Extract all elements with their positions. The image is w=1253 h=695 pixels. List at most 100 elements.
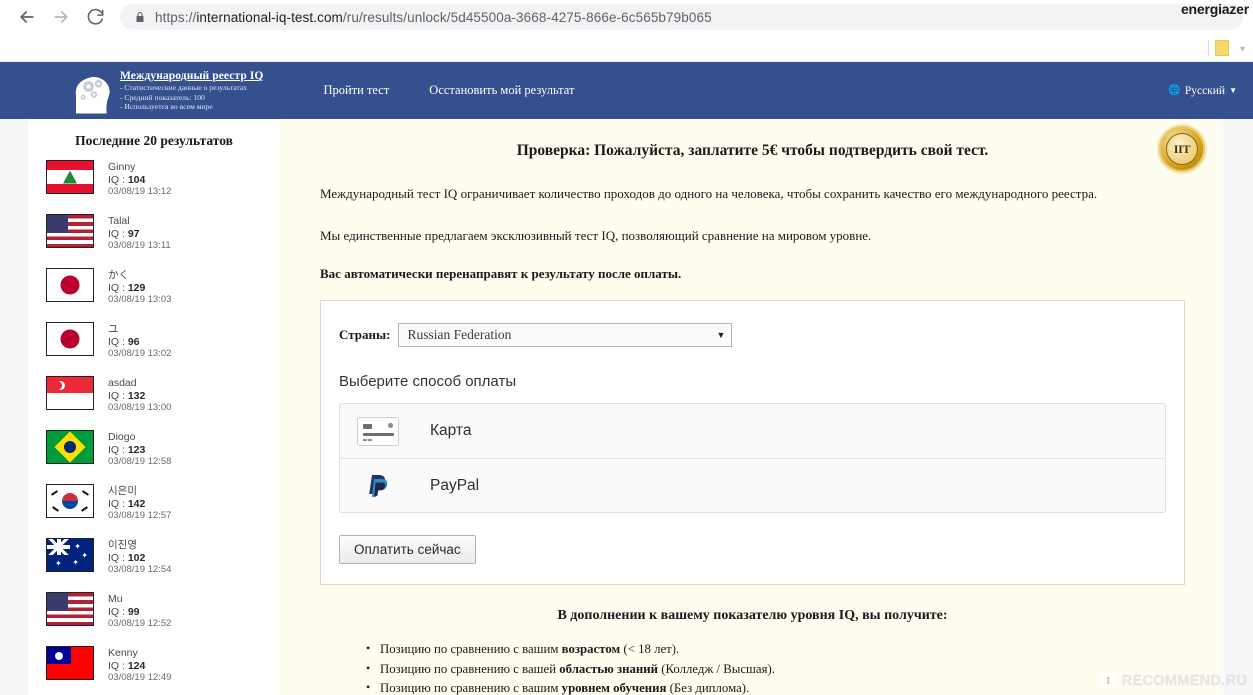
extras-post: (Колледж / Высшая). — [658, 661, 775, 676]
result-iq-value: 102 — [127, 551, 146, 564]
result-info: 이진영 IQ : 102 03/08/19 12:54 — [108, 538, 171, 577]
result-iq-label: IQ : — [108, 335, 128, 348]
result-iq-label: IQ : — [108, 173, 128, 186]
credit-card-icon — [356, 416, 400, 446]
result-iq: IQ : 132 — [108, 390, 171, 403]
result-iq-label: IQ : — [108, 389, 128, 402]
result-iq-label: IQ : — [108, 227, 128, 240]
payment-option-card[interactable]: Карта — [340, 404, 1165, 458]
result-info: Mu IQ : 99 03/08/19 12:52 — [108, 592, 171, 631]
extras-strong: возрастом — [561, 642, 621, 656]
payment-option-paypal[interactable]: PayPal — [340, 458, 1165, 512]
logo-subline-2: - Используется во всем мире — [120, 102, 213, 112]
result-date: 03/08/19 12:52 — [108, 618, 172, 630]
result-item: ユ IQ : 96 03/08/19 13:02 — [28, 322, 280, 366]
result-name: Mu — [108, 593, 123, 605]
extras-list-item: Позицию по сравнению с вашей областью зн… — [366, 659, 1185, 680]
header-nav: Пройти тест Осстановить мой результат — [323, 83, 574, 98]
address-bar[interactable]: https://international-iq-test.com/ru/res… — [120, 4, 1243, 30]
result-date: 03/08/19 12:54 — [108, 564, 172, 576]
payment-method-list: Карта PayPal — [339, 403, 1166, 513]
extras-pre: Позицию по сравнению с вашим — [380, 681, 562, 695]
url-path: /ru/results/unlock/5d45500a-3668-4275-86… — [342, 9, 712, 25]
logo-title: Международный реестр IQ — [120, 70, 264, 83]
page-title: Проверка: Пожалуйста, заплатите 5€ чтобы… — [516, 142, 989, 159]
result-iq-value: 123 — [127, 443, 146, 456]
payment-method-heading: Выберите способ оплаты — [339, 373, 517, 390]
flag-japan — [46, 268, 94, 302]
result-date: 03/08/19 12:58 — [108, 456, 172, 468]
page-body: Последние 20 результатов Ginny IQ : 104 03… — [0, 119, 1253, 695]
result-date: 03/08/19 13:00 — [108, 402, 172, 414]
result-date: 03/08/19 13:02 — [108, 348, 172, 360]
extras-list-item: Позицию по сравнению с вашим уровнем обу… — [366, 678, 1185, 695]
result-date: 03/08/19 12:49 — [108, 672, 172, 684]
url-text: https://international-iq-test.com/ru/res… — [155, 9, 712, 25]
result-iq-value: 99 — [127, 605, 140, 618]
result-info: ユ IQ : 96 03/08/19 13:02 — [108, 322, 171, 361]
result-iq: IQ : 99 — [108, 606, 171, 619]
result-iq-value: 142 — [127, 497, 146, 510]
result-item: ✦ ✦ ✦ ✦ 이진영 IQ : 102 03/08/19 12:54 — [28, 538, 280, 582]
result-name: Ginny — [108, 161, 136, 173]
chevron-down-icon[interactable]: ▾ — [1240, 44, 1245, 55]
bookmarks-divider — [1208, 40, 1209, 56]
reload-icon[interactable] — [78, 2, 112, 32]
nav-link-restore-result[interactable]: Осстановить мой результат — [429, 83, 574, 98]
language-selector[interactable]: 🌐 Русский ▼ — [1168, 85, 1237, 97]
browser-chrome: https://international-iq-test.com/ru/res… — [0, 0, 1253, 62]
scrollbar-track[interactable] — [1219, 119, 1225, 695]
forward-arrow-icon[interactable] — [44, 2, 78, 32]
extras-pre: Позицию по сравнению с вашей — [380, 661, 560, 676]
extras-post: (Без диплома). — [666, 681, 750, 695]
result-item: 시은미 IQ : 142 03/08/19 12:57 — [28, 484, 280, 528]
url-host: international-iq-test.com — [196, 9, 343, 25]
paragraph-1: Международный тест IQ ограничивает колич… — [320, 186, 1098, 201]
logo-subline-1: - Средний показатель: 100 — [120, 92, 205, 102]
sidebar-latest-results: Последние 20 результатов Ginny IQ : 104 03… — [28, 119, 280, 695]
result-iq: IQ : 102 — [108, 552, 171, 565]
back-arrow-icon[interactable] — [10, 2, 44, 32]
result-item: asdad IQ : 132 03/08/19 13:00 — [28, 376, 280, 420]
flag-brazil — [46, 430, 94, 464]
main-content: IIT Проверка: Пожалуйста, заплатите 5€ ч… — [280, 119, 1225, 695]
logo-subline-0: - Статистические данные о результатах — [120, 83, 248, 93]
result-iq: IQ : 123 — [108, 444, 171, 457]
result-info: Kenny IQ : 124 03/08/19 12:49 — [108, 646, 171, 685]
result-name: ユ — [108, 323, 119, 335]
globe-icon: 🌐 — [1168, 85, 1181, 96]
result-item: Kenny IQ : 124 03/08/19 12:49 — [28, 646, 280, 690]
profile-name[interactable]: energiazer — [1181, 1, 1249, 17]
paragraph-3: Вас автоматически перенаправят к результ… — [320, 266, 682, 281]
extras-strong: уровнем обучения — [561, 681, 667, 695]
result-info: かく IQ : 129 03/08/19 13:03 — [108, 268, 171, 307]
result-iq-value: 129 — [127, 281, 146, 294]
result-iq: IQ : 142 — [108, 498, 171, 511]
result-iq-label: IQ : — [108, 281, 128, 294]
result-iq: IQ : 97 — [108, 228, 171, 241]
bookmark-folder-icon[interactable] — [1215, 40, 1229, 56]
result-name: Diogo — [108, 431, 136, 443]
result-item: かく IQ : 129 03/08/19 13:03 — [28, 268, 280, 312]
result-iq-value: 124 — [127, 659, 146, 672]
language-label: Русский — [1184, 84, 1226, 97]
nav-link-take-test[interactable]: Пройти тест — [323, 83, 389, 98]
extras-list-item: Позицию по сравнению с вашим возрастом (… — [366, 639, 1185, 660]
result-iq-label: IQ : — [108, 551, 128, 564]
results-list: Ginny IQ : 104 03/08/19 13:12 Talal IQ : 97 0… — [28, 160, 280, 690]
iit-badge: IIT — [1159, 126, 1205, 172]
extras-post: (< 18 лет). — [620, 642, 680, 656]
result-date: 03/08/19 12:57 — [108, 510, 172, 522]
chevron-down-icon: ▼ — [716, 330, 726, 340]
result-name: 시은미 — [108, 485, 137, 497]
result-iq-value: 104 — [127, 173, 146, 186]
country-label: Страны: — [339, 327, 391, 342]
result-iq-label: IQ : — [108, 659, 128, 672]
pay-now-button[interactable]: Оплатить сейчас — [339, 535, 476, 564]
site-logo[interactable]: Международный реестр IQ - Статистические… — [58, 68, 263, 114]
country-select[interactable]: Russian Federation ▼ — [398, 323, 733, 347]
result-info: Ginny IQ : 104 03/08/19 13:12 — [108, 160, 171, 199]
sidebar-title: Последние 20 результатов — [75, 133, 233, 148]
result-name: asdad — [108, 377, 137, 389]
paragraph-2: Мы единственные предлагаем эксклюзивный … — [320, 228, 872, 243]
